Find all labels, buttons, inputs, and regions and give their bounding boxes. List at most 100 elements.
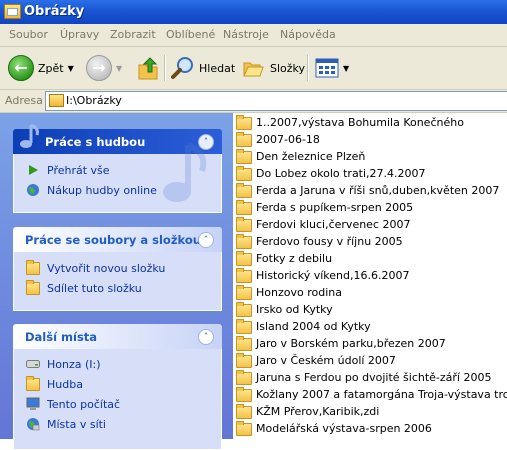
forward-button[interactable]: → ▼ [86,51,122,85]
other-places-box: Další místa ˄ Honza (I:) Hudba Tento poč… [13,324,222,450]
folder-name: Do Lobez okolo trati,27.4.2007 [256,167,426,180]
share-folder-label: Sdílet tuto složku [47,281,142,295]
folder-list-item[interactable]: Modelářská výstava-srpen 2006 [236,420,432,437]
menu-item-tools[interactable]: Nástroje [223,28,269,41]
other-places-header[interactable]: Další místa ˄ [13,324,222,349]
place-music-link[interactable]: Hudba [26,375,83,392]
folder-list-item[interactable]: KŽM Přerov,Karibik,zdi [236,403,379,420]
folder-list-item[interactable]: Jaro v Českém údolí 2007 [236,352,396,369]
computer-icon [26,397,40,411]
folder-name: Ferdovi kluci,červenec 2007 [256,218,411,231]
folder-list-item[interactable]: Ferdovi kluci,červenec 2007 [236,216,411,233]
address-label: Adresa [5,94,43,107]
folder-name: Honzovo rodina [256,286,342,299]
drive-icon [26,357,40,371]
folder-icon [4,4,21,19]
chevron-down-icon[interactable]: ▼ [343,64,349,73]
folder-list-item[interactable]: 1..2007,výstava Bohumila Konečného [236,114,464,131]
folder-icon [236,115,252,130]
folder-icon [236,217,252,232]
back-arrow-icon: ← [8,55,34,81]
folder-list-item[interactable]: Ferdovo fousy v říjnu 2005 [236,233,403,250]
chevron-down-icon[interactable]: ▼ [68,64,74,73]
file-tasks-box: Práce se soubory a složkou ˄ Vytvořit no… [13,227,222,311]
folder-name: KŽM Přerov,Karibik,zdi [256,405,380,418]
folder-name: Island 2004 od Kytky [256,320,371,333]
share-folder-link[interactable]: Sdílet tuto složku [26,279,142,296]
folder-icon [236,336,252,351]
folder-name: Kožlany 2007 a fatamorgána Troja-výstava… [256,388,507,401]
menu-item-edit[interactable]: Úpravy [60,28,99,41]
folder-name: Ferda s pupíkem-srpen 2005 [256,201,414,214]
menu-item-view[interactable]: Zobrazit [110,28,156,41]
network-icon [26,417,40,431]
music-tasks-body: Přehrát vše Nákup hudby online [13,142,222,213]
menu-item-file[interactable]: Soubor [9,28,48,41]
folder-list-item[interactable]: Fotky z debilu [236,250,332,267]
folder-list-item[interactable]: Ferda s pupíkem-srpen 2005 [236,199,413,216]
folder-list-item[interactable]: Jaro v Borském parku,březen 2007 [236,335,446,352]
folder-icon [236,268,252,283]
folder-list-item[interactable]: Ferda a Jaruna v říši snů,duben,květen 2… [236,182,499,199]
share-folder-icon [26,279,40,295]
folder-list-item[interactable]: Do Lobez okolo trati,27.4.2007 [236,165,426,182]
address-bar: Adresa I:\Obrázky [0,90,507,113]
folder-list-item[interactable]: Den železnice Plzeň [236,148,365,165]
folder-list-item[interactable]: Irsko od Kytky [236,301,333,318]
collapse-chevron-icon[interactable]: ˄ [198,232,214,248]
folder-name: Ferda a Jaruna v říši snů,duben,květen 2… [256,184,500,197]
title-bar[interactable]: Obrázky [0,0,507,24]
file-tasks-header[interactable]: Práce se soubory a složkou ˄ [13,227,222,252]
folder-list-item[interactable]: Honzovo rodina [236,284,342,301]
folder-list-item[interactable]: 2007-06-18 [236,131,320,148]
folder-list-item[interactable]: Jaruna s Ferdou po dvojité šichtě-září 2… [236,369,491,386]
forward-arrow-icon: → [86,55,112,81]
globe-icon [26,183,40,197]
folder-icon [236,149,252,164]
toolbar: ← Zpět ▼ → ▼ Hledat Složky ▼ [0,47,507,90]
folder-name: 2007-06-18 [256,133,320,146]
folder-icon [236,251,252,266]
folder-icon [236,319,252,334]
views-icon [315,58,339,78]
folder-icon [236,421,252,436]
folders-button[interactable]: Složky [242,51,305,85]
folder-icon [236,404,252,419]
back-button[interactable]: ← Zpět ▼ [8,51,74,85]
up-folder-button[interactable] [136,51,160,85]
music-tasks-box: Práce s hudbou ˄ Přehrát vše Nákup hudby… [13,123,222,213]
address-input[interactable]: I:\Obrázky [45,91,507,111]
folder-icon [236,387,252,402]
place-computer-link[interactable]: Tento počítač [26,396,120,412]
chevron-down-icon[interactable]: ▼ [116,64,122,73]
folder-name: Modelářská výstava-srpen 2006 [256,422,432,435]
collapse-chevron-icon[interactable]: ˄ [198,329,214,345]
new-folder-link[interactable]: Vytvořit novou složku [26,259,166,276]
search-button[interactable]: Hledat [171,51,235,85]
place-music-label: Hudba [47,377,83,391]
place-drive-label: Honza (I:) [47,357,101,371]
menu-item-help[interactable]: Nápověda [280,28,336,41]
up-folder-icon [138,57,158,80]
folder-icon [236,353,252,368]
play-all-label: Přehrát vše [47,163,110,177]
folder-list-item[interactable]: Island 2004 od Kytky [236,318,371,335]
views-button[interactable]: ▼ [315,51,349,85]
place-network-link[interactable]: Místa v síti [26,416,106,432]
new-folder-label: Vytvořit novou složku [47,261,166,275]
play-all-link[interactable]: Přehrát vše [26,162,110,178]
file-tasks-title: Práce se soubory a složkou [25,233,201,247]
folder-icon [236,370,252,385]
folder-name: Jaro v Borském parku,březen 2007 [256,337,446,350]
music-note-icon [20,123,39,148]
folder-list-item[interactable]: Kožlany 2007 a fatamorgána Troja-výstava… [236,386,507,403]
folder-name: Jaro v Českém údolí 2007 [256,354,396,367]
file-tasks-body: Vytvořit novou složku Sdílet tuto složku [13,252,222,311]
buy-music-online-link[interactable]: Nákup hudby online [26,182,157,198]
folder-icon [236,234,252,249]
menu-item-favorites[interactable]: Oblíbené [166,28,215,41]
back-label: Zpět [38,61,64,75]
place-drive-link[interactable]: Honza (I:) [26,356,101,372]
other-places-body: Honza (I:) Hudba Tento počítač Místa v s… [13,349,222,450]
folder-list-item[interactable]: Historický víkend,16.6.2007 [236,267,409,284]
